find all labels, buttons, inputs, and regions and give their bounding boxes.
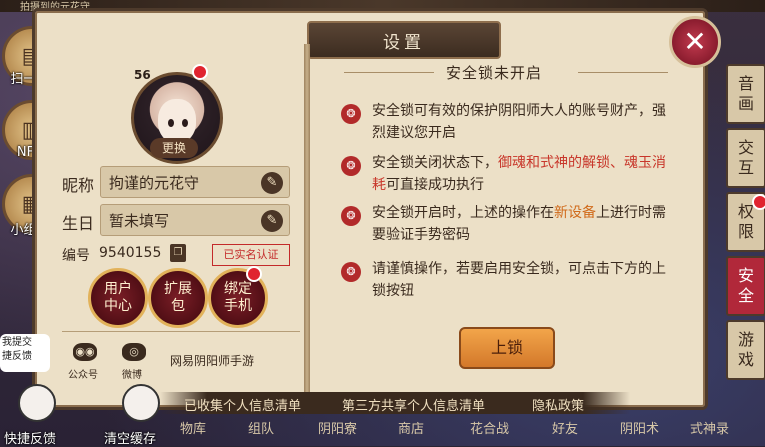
p3-highlight: 新设备: [554, 205, 596, 221]
avatar-face: [158, 99, 196, 143]
feedback-button[interactable]: 快捷反馈: [4, 428, 56, 447]
bg-nav-item: 好友: [552, 422, 579, 437]
privacy-policy-link[interactable]: 隐私政策: [532, 395, 584, 414]
feedback-bubble: 我提交 捷反馈: [0, 334, 50, 372]
collected-info-link[interactable]: 已收集个人信息清单: [184, 395, 301, 414]
nickname-value: 拘谨的元花守: [109, 174, 200, 192]
bg-nav-item: 式神录: [690, 422, 730, 437]
birthday-value: 暂未填写: [109, 212, 170, 230]
avatar-eye: [168, 119, 174, 127]
birthday-label: 生日: [62, 214, 95, 233]
tab-interaction[interactable]: 交 互: [726, 128, 765, 188]
avatar-eye: [182, 119, 188, 127]
bg-nav-item: 组队: [248, 422, 275, 437]
notification-dot: [246, 266, 262, 282]
bg-nav-item: 商店: [398, 422, 425, 437]
bullet-icon: ❂: [341, 156, 361, 176]
panel-title-bar: 设置: [307, 21, 501, 59]
social-divider: [62, 331, 300, 332]
lock-button[interactable]: 上锁: [459, 327, 555, 369]
bullet-icon: ❂: [341, 262, 361, 282]
brand-text: 网易阴阳师手游: [170, 354, 255, 368]
clear-cache-button[interactable]: 清空缓存: [104, 428, 156, 447]
user-center-button[interactable]: 用户 中心: [88, 268, 148, 328]
third-party-info-link[interactable]: 第三方共享个人信息清单: [342, 395, 485, 414]
edit-birthday-icon[interactable]: ✎: [261, 210, 283, 232]
level-badge: 56: [134, 68, 151, 82]
weibo-icon[interactable]: ◎: [122, 343, 146, 361]
bullet-icon: ❂: [341, 104, 361, 124]
change-avatar-button[interactable]: 更换: [150, 138, 198, 158]
expansion-pack-button[interactable]: 扩展 包: [148, 268, 208, 328]
security-title: 安全锁未开启: [446, 64, 543, 82]
security-paragraph-4: 请谨慎操作，若要启用安全锁，可点击下方的上锁按钮: [372, 261, 666, 299]
nickname-label: 昵称: [62, 176, 95, 195]
security-paragraph-1: 安全锁可有效的保护阴阳师大人的账号财产，强烈建议您开启: [372, 103, 666, 141]
verified-badge: 已实名认证: [212, 244, 290, 266]
tab-game[interactable]: 游 戏: [726, 320, 765, 380]
panel-divider: [304, 44, 310, 394]
player-id: 9540155: [99, 245, 162, 261]
edit-nickname-icon[interactable]: ✎: [261, 172, 283, 194]
bg-nav-item: 阴阳寮: [318, 422, 358, 437]
p3-pre: 安全锁开启时，上述的操作在: [372, 205, 554, 221]
notification-dot: [192, 64, 208, 80]
weibo-label: 微博: [122, 370, 142, 381]
bg-nav-item: 阴阳术: [620, 422, 660, 437]
p2-pre: 安全锁关闭状态下，: [372, 155, 498, 171]
tab-audio-visual[interactable]: 音 画: [726, 64, 765, 124]
bg-nav-item: 花合战: [470, 422, 510, 437]
copy-icon[interactable]: ❐: [170, 244, 186, 262]
bg-nav-item: 物库: [180, 422, 207, 437]
birthday-field: 暂未填写 ✎: [100, 204, 290, 236]
title-line-left: [344, 72, 434, 73]
security-paragraph-3: 安全锁开启时，上述的操作在新设备上进行时需要验证手势密码: [372, 202, 672, 246]
bullet-icon: ❂: [341, 206, 361, 226]
close-icon: ✕: [683, 25, 707, 58]
wechat-icon[interactable]: ◉◉: [73, 343, 97, 361]
id-label: 编号: [62, 248, 90, 264]
tab-security[interactable]: 安 全: [726, 256, 765, 316]
p2-post: 可直接成功执行: [386, 177, 484, 193]
clear-cache-mascot-icon[interactable]: [122, 384, 160, 422]
nickname-field: 拘谨的元花守 ✎: [100, 166, 290, 198]
panel-title: 设置: [383, 32, 425, 53]
close-button[interactable]: ✕: [669, 16, 721, 68]
notification-dot: [752, 194, 765, 210]
feedback-mascot-icon[interactable]: [18, 384, 56, 422]
wechat-label: 公众号: [68, 370, 98, 381]
security-paragraph-2: 安全锁关闭状态下，御魂和式神的解锁、魂玉消耗可直接成功执行: [372, 152, 672, 196]
title-line-right: [578, 72, 668, 73]
